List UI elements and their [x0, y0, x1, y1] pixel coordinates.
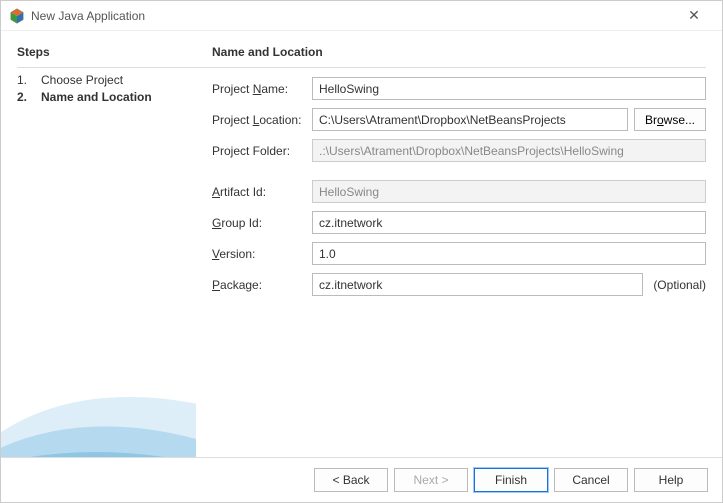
label-project-name: Project Name: [212, 82, 312, 96]
cancel-button[interactable]: Cancel [554, 468, 628, 492]
steps-list: 1. Choose Project 2. Name and Location [17, 73, 180, 104]
input-artifact-id [312, 180, 706, 203]
optional-hint: (Optional) [653, 278, 706, 292]
input-package[interactable] [312, 273, 643, 296]
form-panel: Name and Location Project Name: Project … [196, 31, 722, 457]
divider [196, 67, 706, 68]
row-package: Package: (Optional) [212, 273, 706, 296]
input-group-id[interactable] [312, 211, 706, 234]
row-project-folder: Project Folder: [212, 139, 706, 162]
steps-panel: Steps 1. Choose Project 2. Name and Loca… [1, 31, 196, 457]
label-project-location: Project Location: [212, 113, 312, 127]
help-button[interactable]: Help [634, 468, 708, 492]
window-title: New Java Application [31, 9, 674, 23]
step-2: 2. Name and Location [17, 90, 180, 104]
footer-buttons: < Back Next > Finish Cancel Help [1, 457, 722, 502]
label-version: Version: [212, 247, 312, 261]
step-1: 1. Choose Project [17, 73, 180, 87]
form-heading: Name and Location [212, 45, 706, 59]
content-area: Steps 1. Choose Project 2. Name and Loca… [1, 31, 722, 457]
finish-button[interactable]: Finish [474, 468, 548, 492]
input-project-folder [312, 139, 706, 162]
divider [17, 67, 196, 68]
back-button[interactable]: < Back [314, 468, 388, 492]
input-project-location[interactable] [312, 108, 628, 131]
row-artifact-id: Artifact Id: [212, 180, 706, 203]
row-version: Version: [212, 242, 706, 265]
label-artifact-id: Artifact Id: [212, 185, 312, 199]
close-icon[interactable]: ✕ [674, 3, 714, 28]
label-package: Package: [212, 278, 312, 292]
browse-button[interactable]: Browse... [634, 108, 706, 131]
input-project-name[interactable] [312, 77, 706, 100]
step-number: 1. [17, 73, 31, 87]
label-project-folder: Project Folder: [212, 144, 312, 158]
row-project-location: Project Location: Browse... [212, 108, 706, 131]
step-number: 2. [17, 90, 31, 104]
titlebar: New Java Application ✕ [1, 1, 722, 31]
input-version[interactable] [312, 242, 706, 265]
step-label: Choose Project [41, 73, 123, 87]
steps-heading: Steps [17, 45, 180, 59]
decorative-swoosh [1, 297, 196, 457]
row-project-name: Project Name: [212, 77, 706, 100]
step-label: Name and Location [41, 90, 152, 104]
netbeans-icon [9, 8, 25, 24]
next-button: Next > [394, 468, 468, 492]
label-group-id: Group Id: [212, 216, 312, 230]
row-group-id: Group Id: [212, 211, 706, 234]
